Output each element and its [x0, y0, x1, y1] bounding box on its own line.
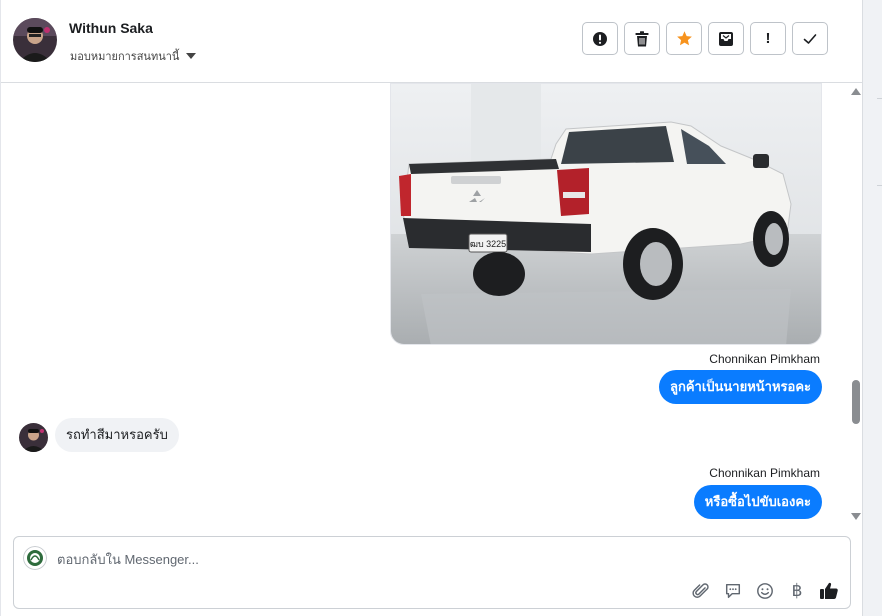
attach-button[interactable] [690, 580, 712, 602]
check-icon [803, 33, 817, 44]
trash-icon [635, 30, 649, 46]
attachment-photo-pickup-truck[interactable]: ฒบ 3225 [390, 83, 822, 345]
conversation-panel: Withun Saka มอบหมายการสนทนานี้ ! ฒบ 3225… [0, 0, 863, 616]
emoji-button[interactable] [754, 580, 776, 602]
outgoing-message[interactable]: หรือซื้อไปขับเองคะ [693, 485, 822, 519]
alert-circle-icon [593, 31, 607, 46]
scroll-up-arrow[interactable] [851, 88, 861, 95]
outgoing-message[interactable]: ลูกค้าเป็นนายหน้าหรอคะ [658, 370, 822, 404]
like-button[interactable] [818, 580, 840, 602]
avatar [19, 423, 48, 452]
avatar[interactable] [13, 18, 57, 62]
sender-name: Chonnikan Pimkham [709, 466, 820, 480]
contact-name: Withun Saka [69, 20, 153, 36]
spam-button[interactable] [582, 22, 618, 55]
paperclip-icon [692, 583, 709, 598]
mark-important-button[interactable]: ! [750, 22, 786, 55]
reply-input[interactable] [57, 549, 657, 569]
inbox-icon [719, 31, 733, 46]
emoji-icon [757, 583, 773, 599]
star-icon [676, 31, 692, 46]
archive-button[interactable] [708, 22, 744, 55]
license-plate: ฒบ 3225 [470, 239, 506, 249]
assign-label: มอบหมายการสนทนานี้ [70, 51, 180, 63]
delete-button[interactable] [624, 22, 660, 55]
mark-done-button[interactable] [792, 22, 828, 55]
currency-icon: ฿ [791, 581, 803, 601]
conversation-header: Withun Saka มอบหมายการสนทนานี้ ! [1, 0, 863, 83]
incoming-message[interactable]: รถทำสีมาหรอครับ [55, 418, 179, 452]
message-list: ฒบ 3225 Chonnikan Pimkham ลูกค้าเป็นนายห… [1, 83, 863, 530]
saved-replies-button[interactable] [722, 580, 744, 602]
star-button[interactable] [666, 22, 702, 55]
divider [877, 185, 882, 186]
action-toolbar: ! [582, 22, 828, 55]
payment-button[interactable]: ฿ [786, 580, 808, 602]
caret-down-icon [186, 53, 197, 59]
side-panel-edge [862, 0, 882, 616]
thumbs-up-icon [820, 582, 838, 599]
scroll-down-arrow[interactable] [851, 513, 861, 520]
reply-composer: ฿ [13, 536, 851, 609]
divider [877, 98, 882, 99]
composer-tools: ฿ [690, 580, 840, 602]
scrollbar-thumb[interactable] [852, 380, 860, 424]
page-avatar [23, 546, 47, 570]
saved-reply-icon [725, 583, 741, 599]
sender-name: Chonnikan Pimkham [709, 352, 820, 366]
exclamation-icon: ! [765, 30, 771, 47]
assign-conversation-dropdown[interactable]: มอบหมายการสนทนานี้ [70, 47, 197, 65]
